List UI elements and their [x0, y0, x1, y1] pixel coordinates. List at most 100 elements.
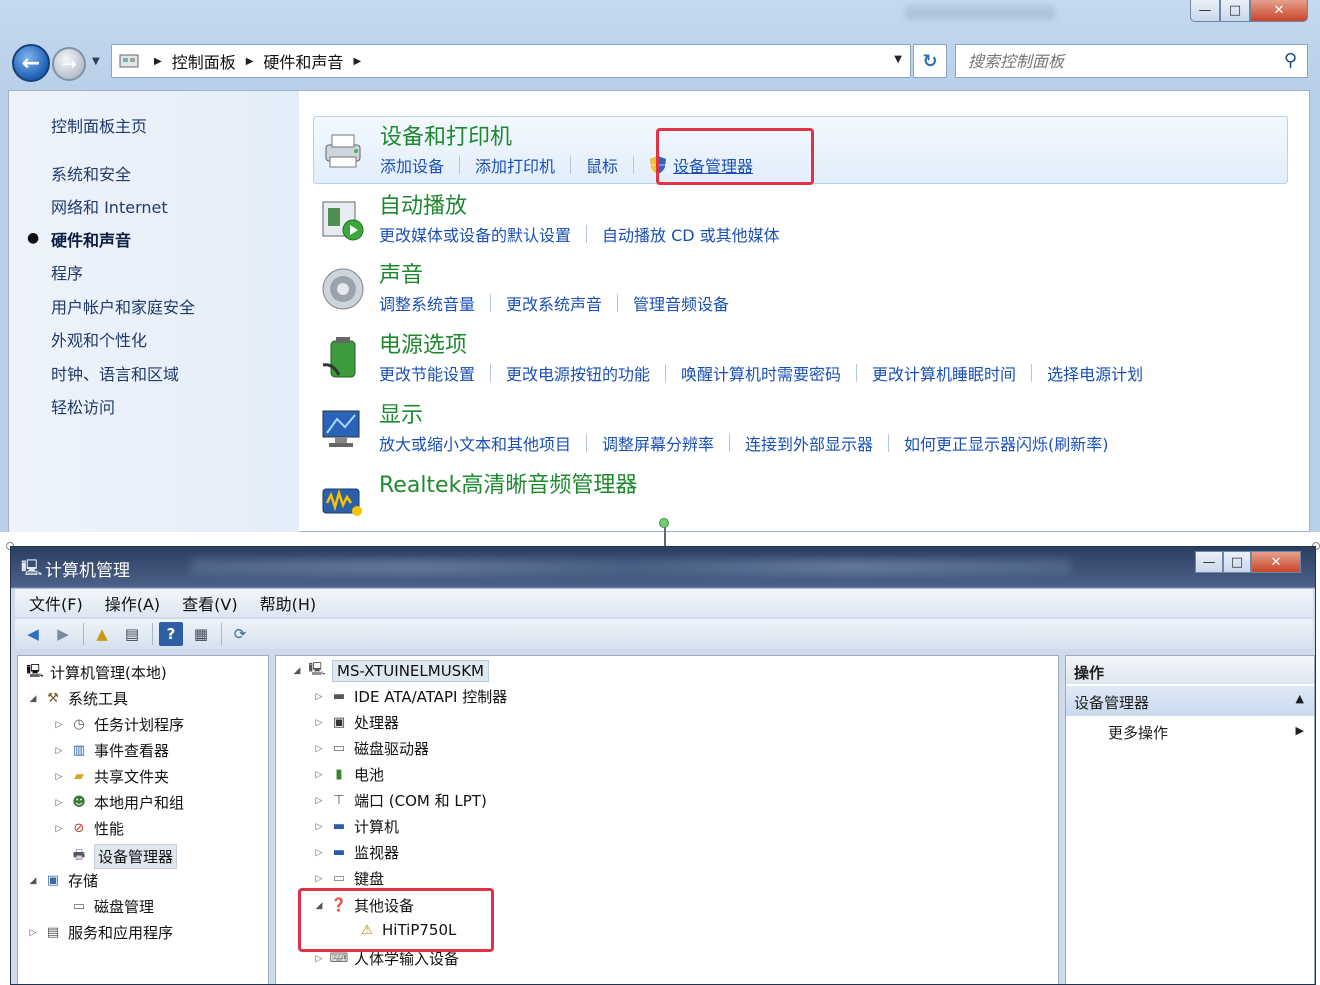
add-printer-link[interactable]: 添加打印机 — [475, 153, 555, 177]
back-button[interactable]: ← — [12, 44, 50, 82]
sleep-time-link[interactable]: 更改计算机睡眠时间 — [872, 361, 1016, 385]
menu-view[interactable]: 查看(V) — [182, 591, 237, 615]
sidebar-item-clock-region[interactable]: 时钟、语言和区域 — [51, 361, 179, 385]
category-title[interactable]: 自动播放 — [379, 188, 467, 220]
collapsed-icon[interactable]: ▷ — [312, 744, 326, 754]
search-box[interactable]: ⚲ — [955, 44, 1308, 78]
printer-icon[interactable] — [320, 127, 368, 175]
autoplay-icon[interactable] — [319, 196, 367, 244]
collapse-icon[interactable]: ▲ — [1296, 692, 1304, 705]
show-tree-icon[interactable]: ▤ — [120, 622, 144, 646]
tree-system-tools[interactable]: ◢ ⚒ 系统工具 — [26, 688, 128, 709]
minimize-button[interactable]: — — [1195, 551, 1223, 573]
device-category[interactable]: ▷ ▬ 监视器 — [312, 842, 399, 863]
breadcrumb-hardware-sound[interactable]: 硬件和声音 — [263, 49, 343, 73]
wake-password-link[interactable]: 唤醒计算机时需要密码 — [681, 361, 841, 385]
breadcrumb-control-panel[interactable]: 控制面板 — [172, 49, 236, 73]
collapsed-icon[interactable]: ▷ — [312, 848, 326, 858]
sidebar-home-link[interactable]: 控制面板主页 — [51, 113, 147, 137]
device-tree-computer[interactable]: ◢ 🖳 MS-XTUINELMUSKM — [290, 660, 489, 682]
device-category[interactable]: ▷ ▬ 计算机 — [312, 816, 399, 837]
tree-local-users[interactable]: ▷ ☻ 本地用户和组 — [52, 792, 184, 813]
more-actions-link[interactable]: 更多操作 — [1108, 722, 1168, 743]
breadcrumb-arrow-icon[interactable]: ▶ — [154, 56, 162, 67]
help-icon[interactable]: ? — [159, 622, 183, 646]
recent-pages-dropdown[interactable]: ▼ — [92, 56, 100, 67]
tree-services-apps[interactable]: ▷ ▤ 服务和应用程序 — [26, 922, 173, 943]
power-saving-settings-link[interactable]: 更改节能设置 — [379, 361, 475, 385]
maximize-button[interactable]: □ — [1223, 551, 1251, 573]
add-device-link[interactable]: 添加设备 — [380, 153, 444, 177]
battery-icon[interactable] — [319, 335, 367, 383]
audio-manager-icon[interactable] — [319, 475, 367, 523]
device-category[interactable]: ▷ ▭ 键盘 — [312, 868, 384, 889]
submenu-arrow-icon[interactable]: ▶ — [1296, 724, 1304, 737]
collapsed-icon[interactable]: ▷ — [312, 874, 326, 884]
tree-root[interactable]: 🖳 计算机管理(本地) — [22, 662, 166, 683]
collapsed-icon[interactable]: ▷ — [312, 796, 326, 806]
device-category[interactable]: ▷ ⊤ 端口 (COM 和 LPT) — [312, 790, 487, 811]
refresh-button[interactable]: ↻ — [913, 44, 947, 78]
breadcrumb-arrow-icon[interactable]: ▶ — [246, 56, 254, 67]
screen-resolution-link[interactable]: 调整屏幕分辨率 — [602, 431, 714, 455]
scan-hardware-icon[interactable]: ⟳ — [228, 622, 252, 646]
collapsed-icon[interactable]: ▷ — [26, 928, 40, 938]
search-input[interactable] — [968, 51, 1268, 71]
autoplay-cd-link[interactable]: 自动播放 CD 或其他媒体 — [602, 222, 780, 246]
maximize-button[interactable]: □ — [1220, 0, 1250, 22]
back-arrow-icon[interactable]: ◀ — [21, 622, 45, 646]
category-title[interactable]: 声音 — [379, 257, 423, 289]
collapsed-icon[interactable]: ▷ — [52, 798, 66, 808]
address-dropdown-icon[interactable]: ▼ — [894, 54, 902, 65]
monitor-icon[interactable] — [319, 405, 367, 453]
collapsed-icon[interactable]: ▷ — [312, 692, 326, 702]
sidebar-item-system-security[interactable]: 系统和安全 — [51, 161, 131, 185]
close-button[interactable]: ✕ — [1251, 551, 1301, 573]
category-title[interactable]: 设备和打印机 — [380, 119, 512, 151]
minimize-button[interactable]: — — [1190, 0, 1220, 22]
category-title[interactable]: Realtek高清晰音频管理器 — [379, 467, 637, 499]
category-title[interactable]: 电源选项 — [379, 327, 467, 359]
menu-help[interactable]: 帮助(H) — [260, 591, 317, 615]
sidebar-item-ease-of-access[interactable]: 轻松访问 — [51, 394, 115, 418]
adjust-volume-link[interactable]: 调整系统音量 — [379, 291, 475, 315]
sidebar-item-network[interactable]: 网络和 Internet — [51, 194, 168, 218]
manage-audio-devices-link[interactable]: 管理音频设备 — [633, 291, 729, 315]
actions-section[interactable]: 设备管理器 ▲ — [1066, 686, 1314, 716]
speaker-icon[interactable] — [319, 265, 367, 313]
menu-action[interactable]: 操作(A) — [105, 591, 160, 615]
collapsed-icon[interactable]: ▷ — [52, 772, 66, 782]
change-default-media-link[interactable]: 更改媒体或设备的默认设置 — [379, 222, 571, 246]
up-folder-icon[interactable]: ▲ — [90, 622, 114, 646]
menu-file[interactable]: 文件(F) — [29, 591, 83, 615]
collapsed-icon[interactable]: ▷ — [52, 824, 66, 834]
tree-disk-management[interactable]: ▭ 磁盘管理 — [66, 896, 154, 917]
sidebar-item-programs[interactable]: 程序 — [51, 260, 83, 284]
tree-task-scheduler[interactable]: ▷ ◷ 任务计划程序 — [52, 714, 184, 735]
choose-power-plan-link[interactable]: 选择电源计划 — [1047, 361, 1143, 385]
resize-text-link[interactable]: 放大或缩小文本和其他项目 — [379, 431, 571, 455]
expanded-icon[interactable]: ◢ — [26, 876, 40, 886]
monitor-flicker-link[interactable]: 如何更正显示器闪烁(刷新率) — [904, 431, 1109, 455]
close-button[interactable]: ✕ — [1250, 0, 1308, 22]
device-category[interactable]: ▷ ▭ 磁盘驱动器 — [312, 738, 429, 759]
tree-event-viewer[interactable]: ▷ ▥ 事件查看器 — [52, 740, 169, 761]
tree-device-manager[interactable]: 🖶 设备管理器 — [66, 844, 178, 869]
device-category[interactable]: ▷ ▣ 处理器 — [312, 712, 399, 733]
collapsed-icon[interactable]: ▷ — [312, 822, 326, 832]
address-bar[interactable]: ▶ 控制面板 ▶ 硬件和声音 ▶ ▼ — [111, 44, 911, 78]
tree-storage[interactable]: ◢ ▣ 存储 — [26, 870, 98, 891]
external-display-link[interactable]: 连接到外部显示器 — [745, 431, 873, 455]
change-system-sounds-link[interactable]: 更改系统声音 — [506, 291, 602, 315]
collapsed-icon[interactable]: ▷ — [312, 718, 326, 728]
sidebar-item-user-accounts[interactable]: 用户帐户和家庭安全 — [51, 294, 195, 318]
device-category[interactable]: ▷ ▬ IDE ATA/ATAPI 控制器 — [312, 686, 508, 707]
breadcrumb-arrow-icon[interactable]: ▶ — [353, 56, 361, 67]
sidebar-item-hardware-sound[interactable]: 硬件和声音 — [51, 227, 131, 251]
collapsed-icon[interactable]: ▷ — [312, 770, 326, 780]
forward-arrow-icon[interactable]: ▶ — [51, 622, 75, 646]
collapsed-icon[interactable]: ▷ — [312, 954, 326, 964]
category-title[interactable]: 显示 — [379, 397, 423, 429]
properties-icon[interactable]: ▦ — [189, 622, 213, 646]
collapsed-icon[interactable]: ▷ — [52, 746, 66, 756]
